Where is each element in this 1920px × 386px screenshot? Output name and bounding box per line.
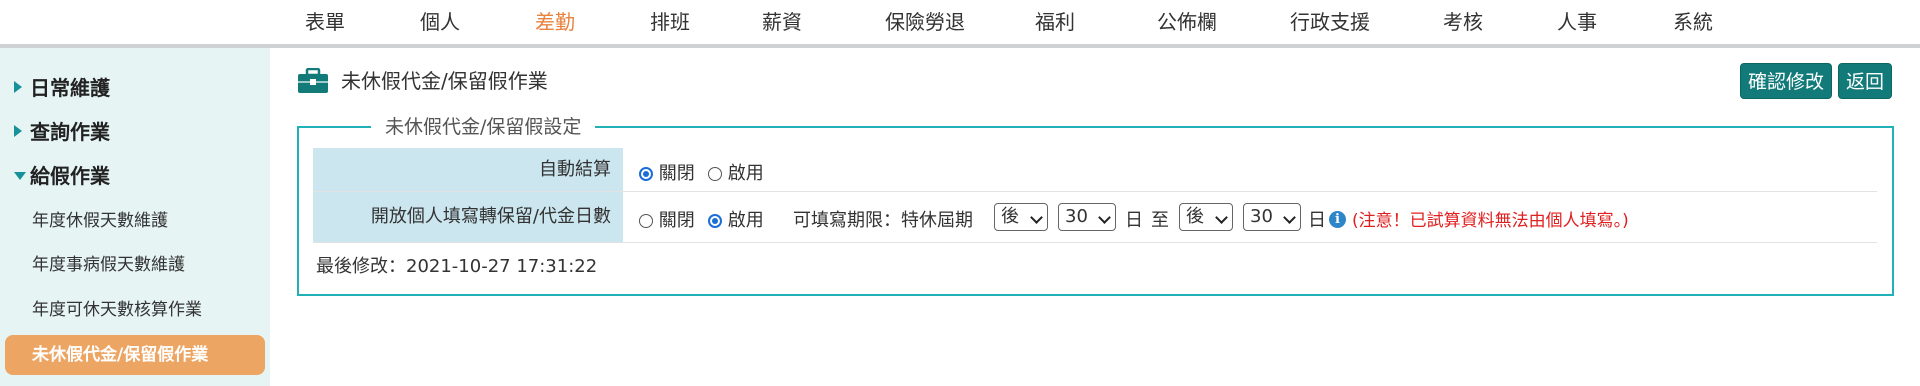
nav-item-salary[interactable]: 薪資 xyxy=(752,0,812,44)
caret-right-icon xyxy=(14,81,22,93)
nav-item-hr[interactable]: 人事 xyxy=(1547,0,1607,44)
nav-item-benefits[interactable]: 福利 xyxy=(1025,0,1085,44)
chevron-down-icon xyxy=(1283,211,1296,224)
briefcase-icon xyxy=(298,68,328,93)
nav-item-scheduling[interactable]: 排班 xyxy=(640,0,700,44)
chevron-down-icon xyxy=(1215,211,1228,224)
open-personal-on-radio[interactable] xyxy=(708,214,722,228)
page-title: 未休假代金/保留假作業 xyxy=(341,69,548,93)
nav-item-admin-support[interactable]: 行政支援 xyxy=(1285,0,1375,44)
sidebar-group-leave-grant[interactable]: 給假作業 xyxy=(14,161,110,191)
fill-period-label: 可填寫期限：特休屆期 xyxy=(793,210,973,231)
nav-item-attendance[interactable]: 差勤 xyxy=(500,0,610,48)
chevron-down-icon xyxy=(1098,211,1111,224)
auto-settle-on-option[interactable]: 啟用 xyxy=(708,159,764,185)
auto-settle-on-label: 啟用 xyxy=(727,163,764,184)
top-navigation: 表單 個人 差勤 排班 薪資 保險勞退 福利 公佈欄 行政支援 考核 人事 系統 xyxy=(0,0,1920,48)
sidebar-group-query[interactable]: 查詢作業 xyxy=(14,117,110,147)
to-direction-select[interactable]: 後 xyxy=(1179,203,1233,231)
from-days-value: 30 xyxy=(1065,206,1088,227)
sidebar-item-annual-leave-days[interactable]: 年度休假天數維護 xyxy=(32,206,168,236)
auto-settle-off-radio[interactable] xyxy=(639,167,653,181)
auto-settle-row: 自動結算 關閉 啟用 xyxy=(313,148,1877,192)
caret-right-icon xyxy=(14,125,22,137)
open-personal-on-option[interactable]: 啟用 xyxy=(708,206,764,232)
chevron-down-icon xyxy=(1030,211,1043,224)
day-unit-label: 日 xyxy=(1125,210,1143,231)
nav-item-forms[interactable]: 表單 xyxy=(295,0,355,44)
nav-item-personal[interactable]: 個人 xyxy=(410,0,470,44)
to-label: 至 xyxy=(1151,210,1169,231)
day-unit-label: 日 xyxy=(1308,210,1326,231)
sidebar-item-unused-leave-compensation[interactable]: 未休假代金/保留假作業 xyxy=(5,335,265,375)
to-direction-value: 後 xyxy=(1186,206,1204,227)
sidebar-item-available-leave-calculation[interactable]: 年度可休天數核算作業 xyxy=(32,295,202,325)
nav-item-system[interactable]: 系統 xyxy=(1663,0,1723,44)
open-personal-on-label: 啟用 xyxy=(727,210,764,231)
last-modified-text: 最後修改：2021-10-27 17:31:22 xyxy=(316,256,598,277)
info-icon[interactable]: i xyxy=(1329,211,1346,228)
sidebar-group-label: 查詢作業 xyxy=(30,120,110,144)
nav-item-insurance-pension[interactable]: 保險勞退 xyxy=(875,0,975,44)
auto-settle-label: 自動結算 xyxy=(313,148,623,191)
open-personal-off-radio[interactable] xyxy=(639,214,653,228)
caret-down-icon xyxy=(14,172,26,180)
sidebar-group-label: 給假作業 xyxy=(30,164,110,188)
to-days-select[interactable]: 30 xyxy=(1243,203,1301,231)
nav-item-bulletin[interactable]: 公佈欄 xyxy=(1147,0,1227,44)
sidebar-group-daily-maintenance[interactable]: 日常維護 xyxy=(14,73,110,103)
open-personal-label: 開放個人填寫轉保留/代金日數 xyxy=(313,192,623,242)
auto-settle-off-label: 關閉 xyxy=(658,163,695,184)
sidebar-group-label: 日常維護 xyxy=(30,76,110,100)
settings-legend: 未休假代金/保留假設定 xyxy=(371,114,596,140)
back-button[interactable]: 返回 xyxy=(1838,63,1892,99)
from-direction-select[interactable]: 後 xyxy=(994,203,1048,231)
nav-item-evaluation[interactable]: 考核 xyxy=(1433,0,1493,44)
open-personal-off-option[interactable]: 關閉 xyxy=(639,206,695,232)
notice-text: (注意！已試算資料無法由個人填寫。) xyxy=(1352,211,1629,231)
sidebar: 日常維護 查詢作業 給假作業 年度休假天數維護 年度事病假天數維護 年度可休天數… xyxy=(0,48,270,386)
nav-divider xyxy=(0,44,1920,48)
to-days-value: 30 xyxy=(1250,206,1273,227)
confirm-edit-button[interactable]: 確認修改 xyxy=(1740,63,1832,99)
auto-settle-off-option[interactable]: 關閉 xyxy=(639,159,695,185)
open-personal-row: 開放個人填寫轉保留/代金日數 關閉 啟用 可填寫期限：特休屆期 後 30 日 至… xyxy=(313,192,1877,243)
open-personal-off-label: 關閉 xyxy=(658,210,695,231)
auto-settle-on-radio[interactable] xyxy=(708,167,722,181)
from-direction-value: 後 xyxy=(1001,206,1019,227)
from-days-select[interactable]: 30 xyxy=(1058,203,1116,231)
sidebar-item-sick-personal-leave-days[interactable]: 年度事病假天數維護 xyxy=(32,250,185,280)
